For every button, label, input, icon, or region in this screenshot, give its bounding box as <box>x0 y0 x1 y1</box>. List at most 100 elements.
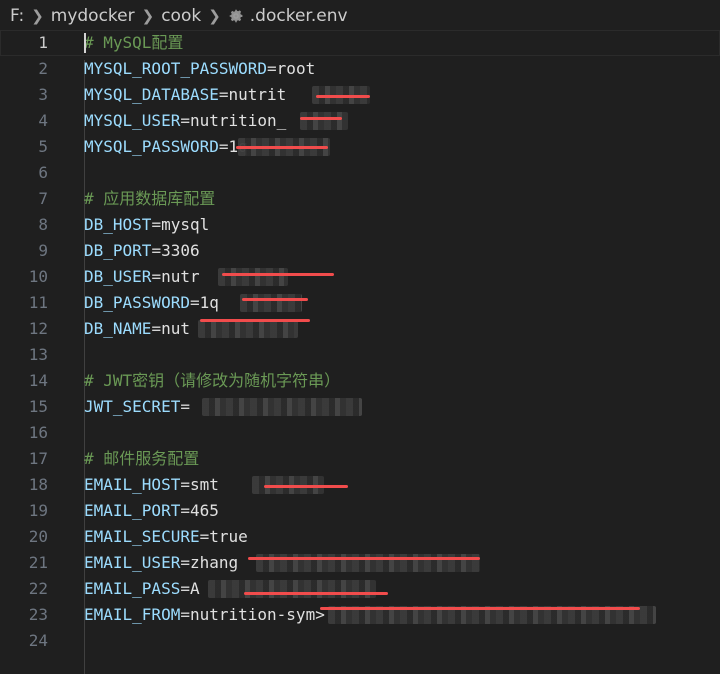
line-number: 20 <box>28 527 48 546</box>
chevron-right-icon: ❯ <box>141 7 155 25</box>
line-code: MYSQL_PASSWORD=1q <box>84 134 248 160</box>
env-value: 3306 <box>161 241 200 260</box>
line-code: MYSQL_DATABASE=nutrit <box>84 82 286 108</box>
line-code: EMAIL_PASS=A <box>84 576 200 602</box>
code-line[interactable]: 14 # JWT密钥（请修改为随机字符串） <box>0 368 720 394</box>
env-key: DB_NAME <box>84 319 152 338</box>
line-number: 2 <box>38 59 48 78</box>
code-line[interactable]: 19 EMAIL_PORT=465 <box>0 498 720 524</box>
env-key: MYSQL_PASSWORD <box>84 137 219 156</box>
redacted-value <box>198 320 298 338</box>
code-line[interactable]: 24 <box>0 628 720 654</box>
line-code: DB_PASSWORD=1q <box>84 290 219 316</box>
env-key: DB_PASSWORD <box>84 293 190 312</box>
breadcrumb: F: ❯ mydocker ❯ cook ❯ .docker.env <box>0 0 720 32</box>
redacted-value <box>218 268 288 286</box>
red-scribble-mark <box>316 95 370 98</box>
code-line[interactable]: 16 <box>0 420 720 446</box>
code-line[interactable]: 1 # MySQL配置 <box>0 30 720 56</box>
code-line[interactable]: 11 DB_PASSWORD=1q <box>0 290 720 316</box>
red-scribble-mark <box>264 485 348 488</box>
env-value: nutr <box>161 267 200 286</box>
breadcrumb-folder-cook[interactable]: cook <box>161 6 201 26</box>
line-number: 21 <box>28 553 48 572</box>
line-code: MYSQL_USER=nutrition_ <box>84 108 286 134</box>
code-line[interactable]: 8 DB_HOST=mysql <box>0 212 720 238</box>
code-line[interactable]: 7 # 应用数据库配置 <box>0 186 720 212</box>
line-number: 10 <box>28 267 48 286</box>
env-key: EMAIL_PORT <box>84 501 181 520</box>
env-key: DB_HOST <box>84 215 152 234</box>
equals-sign: = <box>180 475 190 494</box>
code-line[interactable]: 3 MYSQL_DATABASE=nutrit <box>0 82 720 108</box>
red-scribble-mark <box>236 146 328 149</box>
line-code: JWT_SECRET= <box>84 394 190 420</box>
equals-sign: = <box>189 293 200 312</box>
red-scribble-mark <box>222 273 334 276</box>
equals-sign: = <box>151 267 162 286</box>
chevron-right-icon: ❯ <box>31 7 44 25</box>
code-line[interactable]: 13 <box>0 342 720 368</box>
code-line[interactable]: 22 EMAIL_PASS=A <box>0 576 720 602</box>
red-scribble-mark <box>200 319 310 322</box>
line-number: 15 <box>28 397 48 416</box>
line-number: 22 <box>28 579 48 598</box>
line-number: 8 <box>38 215 48 234</box>
env-key: EMAIL_PASS <box>84 579 181 598</box>
code-line[interactable]: 23 EMAIL_FROM=nutrition-sym> <box>0 602 720 628</box>
breadcrumb-drive[interactable]: F: <box>10 6 24 26</box>
code-line[interactable]: 17 # 邮件服务配置 <box>0 446 720 472</box>
env-value: zhang <box>189 553 239 572</box>
env-value: nutrition_ <box>189 111 287 130</box>
code-line[interactable]: 5 MYSQL_PASSWORD=1q <box>0 134 720 160</box>
gear-icon <box>229 9 243 23</box>
equals-sign: = <box>180 605 190 624</box>
line-code: DB_HOST=mysql <box>84 212 209 238</box>
red-scribble-mark <box>244 592 388 595</box>
code-line[interactable]: 2 MYSQL_ROOT_PASSWORD=root <box>0 56 720 82</box>
line-code: EMAIL_USER=zhang <box>84 550 238 576</box>
code-line[interactable]: 12 DB_NAME=nut <box>0 316 720 342</box>
breadcrumb-file[interactable]: .docker.env <box>228 6 348 26</box>
line-number: 5 <box>38 137 48 156</box>
code-line[interactable]: 20 EMAIL_SECURE=true <box>0 524 720 550</box>
redacted-value <box>240 294 302 312</box>
breadcrumb-file-label: .docker.env <box>249 6 348 26</box>
text-cursor <box>84 33 86 53</box>
env-key: MYSQL_USER <box>84 111 181 130</box>
line-code: DB_NAME=nut <box>84 316 190 342</box>
code-editor[interactable]: 1 # MySQL配置 2 MYSQL_ROOT_PASSWORD=root 3 MYSQ… <box>0 30 720 674</box>
redacted-value <box>202 398 362 416</box>
equals-sign: = <box>151 215 162 234</box>
line-number: 3 <box>38 85 48 104</box>
env-key: MYSQL_DATABASE <box>84 85 219 104</box>
line-code: EMAIL_HOST=smt <box>84 472 219 498</box>
line-code: # MySQL配置 <box>84 30 183 56</box>
line-number: 24 <box>28 631 48 650</box>
line-number: 17 <box>28 449 48 468</box>
equals-sign: = <box>151 319 162 338</box>
code-line[interactable]: 9 DB_PORT=3306 <box>0 238 720 264</box>
line-code: # JWT密钥（请修改为随机字符串） <box>84 368 340 394</box>
code-line[interactable]: 21 EMAIL_USER=zhang <box>0 550 720 576</box>
code-line[interactable]: 6 <box>0 160 720 186</box>
code-line[interactable]: 18 EMAIL_HOST=smt <box>0 472 720 498</box>
line-code: DB_PORT=3306 <box>84 238 200 264</box>
breadcrumb-folder-mydocker[interactable]: mydocker <box>51 6 135 26</box>
line-code: # 邮件服务配置 <box>84 446 199 472</box>
line-code: MYSQL_ROOT_PASSWORD=root <box>84 56 315 82</box>
comment: # MySQL配置 <box>84 33 184 52</box>
env-key: EMAIL_USER <box>84 553 181 572</box>
line-number: 4 <box>38 111 48 130</box>
env-key: JWT_SECRET <box>84 397 181 416</box>
code-line[interactable]: 10 DB_USER=nutr <box>0 264 720 290</box>
env-key: EMAIL_SECURE <box>84 527 200 546</box>
code-line[interactable]: 15 JWT_SECRET= <box>0 394 720 420</box>
env-key: EMAIL_FROM <box>84 605 181 624</box>
env-key: EMAIL_HOST <box>84 475 181 494</box>
code-line[interactable]: 4 MYSQL_USER=nutrition_ <box>0 108 720 134</box>
env-value: nutrition-sy <box>189 605 306 624</box>
line-code: # 应用数据库配置 <box>84 186 215 212</box>
env-value: A <box>189 579 200 598</box>
line-number: 7 <box>38 189 48 208</box>
